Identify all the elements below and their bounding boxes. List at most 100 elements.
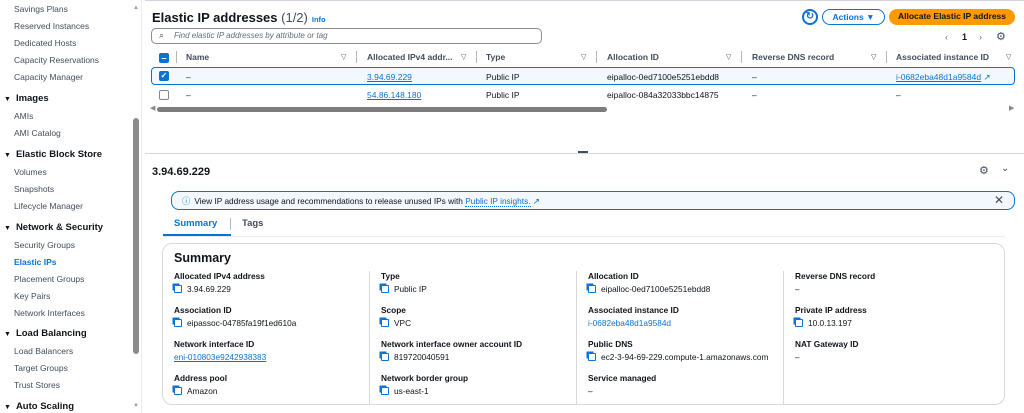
copy-icon[interactable] — [588, 353, 596, 361]
sidebar-item-security-groups[interactable]: Security Groups — [14, 240, 75, 250]
table-row[interactable]: – 54.86.148.180 Public IP eipalloc-084a3… — [151, 86, 1015, 104]
sidebar-item-elastic-ips[interactable]: Elastic IPs — [14, 257, 57, 267]
sidebar-section-auto-scaling[interactable]: ▼ Auto Scaling — [4, 401, 74, 412]
field-value: eipalloc-0ed7100e5251ebdd8 — [601, 284, 711, 294]
field-value: ec2-3-94-69-229.compute-1.amazonaws.com — [601, 352, 769, 362]
close-icon[interactable]: ✕ — [994, 193, 1004, 207]
search-input[interactable]: ⌕ Find elastic IP addresses by attribute … — [151, 28, 542, 44]
search-icon: ⌕ — [159, 30, 165, 40]
sidebar-item-savings-plans[interactable]: Savings Plans — [14, 4, 68, 14]
row-checkbox[interactable]: ✓ — [159, 71, 169, 81]
cell-ip-link[interactable]: 54.86.148.180 — [367, 90, 421, 100]
info-link[interactable]: Info — [312, 15, 326, 24]
column-header-associated-instance[interactable]: Associated instance ID — [896, 52, 989, 62]
sort-icon[interactable]: ▽ — [581, 53, 586, 61]
copy-icon[interactable] — [381, 319, 389, 327]
page-number[interactable]: 1 — [962, 32, 967, 42]
copy-icon[interactable] — [381, 387, 389, 395]
cell-instance-link[interactable]: i-0682eba48d1a9584d — [896, 72, 981, 82]
tab-summary[interactable]: Summary — [174, 218, 217, 229]
search-placeholder: Find elastic IP addresses by attribute o… — [174, 31, 328, 40]
column-header-reverse-dns[interactable]: Reverse DNS record — [752, 52, 834, 62]
copy-icon[interactable] — [174, 285, 182, 293]
field-value: VPC — [394, 318, 412, 328]
sidebar-item-amis[interactable]: AMIs — [14, 111, 33, 121]
cell-reverse-dns: – — [752, 90, 757, 100]
sidebar-item-capacity-reservations[interactable]: Capacity Reservations — [14, 55, 99, 65]
sidebar-section-load-balancing[interactable]: ▼ Load Balancing — [4, 328, 87, 339]
scroll-up-icon[interactable]: ▲ — [133, 5, 139, 11]
horizontal-scrollbar[interactable] — [157, 107, 607, 112]
sidebar-scrollbar[interactable] — [133, 118, 139, 354]
banner-text: View IP address usage and recommendation… — [194, 196, 466, 206]
field-value: Public IP — [394, 284, 427, 294]
sidebar-item-capacity-manager[interactable]: Capacity Manager — [14, 72, 83, 82]
sidebar-item-lifecycle-manager[interactable]: Lifecycle Manager — [14, 201, 83, 211]
table-row[interactable]: ✓ – 3.94.69.229 Public IP eipalloc-0ed71… — [151, 67, 1015, 85]
summary-column: Allocated IPv4 address 3.94.69.229 Associ… — [163, 271, 370, 404]
column-header-name[interactable]: Name — [186, 52, 209, 62]
row-checkbox[interactable] — [159, 90, 169, 100]
sort-icon[interactable]: ▽ — [871, 53, 876, 61]
scroll-left-icon[interactable]: ◀ — [150, 104, 155, 112]
actions-dropdown[interactable]: Actions ▼ — [822, 9, 885, 25]
sidebar-section-ebs[interactable]: ▼ Elastic Block Store — [4, 149, 102, 160]
cell-ip-link[interactable]: 3.94.69.229 — [367, 72, 412, 82]
sort-icon[interactable]: ▽ — [726, 53, 731, 61]
summary-heading: Summary — [174, 251, 231, 265]
caret-down-icon: ▼ — [866, 12, 875, 22]
info-icon: ⓘ — [182, 196, 191, 206]
allocate-elastic-ip-button[interactable]: Allocate Elastic IP address — [889, 9, 1015, 25]
sidebar-section-images[interactable]: ▼ Images — [4, 93, 49, 104]
scroll-down-icon[interactable]: ▼ — [133, 403, 139, 409]
refresh-icon: ↻ — [805, 11, 815, 22]
caret-down-icon: ▼ — [4, 225, 11, 232]
select-all-checkbox[interactable]: – — [159, 53, 169, 63]
sidebar-item-reserved-instances[interactable]: Reserved Instances — [14, 21, 89, 31]
sidebar-item-volumes[interactable]: Volumes — [14, 167, 47, 177]
sidebar-item-snapshots[interactable]: Snapshots — [14, 184, 54, 194]
copy-icon[interactable] — [381, 285, 389, 293]
sidebar-item-network-interfaces[interactable]: Network Interfaces — [14, 308, 85, 318]
sidebar-section-network-security[interactable]: ▼ Network & Security — [4, 222, 103, 233]
sidebar-item-placement-groups[interactable]: Placement Groups — [14, 274, 84, 284]
public-ip-insights-link[interactable]: Public IP insights. — [465, 196, 531, 207]
scroll-right-icon[interactable]: ▶ — [1009, 104, 1014, 112]
copy-icon[interactable] — [795, 319, 803, 327]
prev-page-icon[interactable]: ‹ — [945, 32, 948, 42]
settings-gear-icon[interactable]: ⚙ — [996, 30, 1006, 43]
summary-column: Allocation ID eipalloc-0ed7100e5251ebdd8 … — [576, 271, 783, 404]
sidebar-item-ami-catalog[interactable]: AMI Catalog — [14, 128, 61, 138]
sidebar-item-load-balancers[interactable]: Load Balancers — [14, 346, 73, 356]
chevron-down-icon[interactable]: ⌄ — [1001, 163, 1009, 174]
sort-icon[interactable]: ▽ — [461, 53, 466, 61]
column-header-allocated-ipv4[interactable]: Allocated IPv4 addr... — [367, 52, 453, 62]
sidebar-item-dedicated-hosts[interactable]: Dedicated Hosts — [14, 38, 76, 48]
elastic-ip-list-panel: Elastic IP addresses (1/2) Info ↻ Actions… — [145, 0, 1024, 152]
title-text: Elastic IP addresses — [152, 10, 278, 25]
network-interface-link[interactable]: eni-010803e9242938383 — [174, 352, 266, 362]
settings-gear-icon[interactable]: ⚙ — [979, 164, 989, 177]
field-label: Public DNS — [588, 339, 633, 349]
instance-link[interactable]: i-0682eba48d1a9584d — [588, 318, 671, 328]
copy-icon[interactable] — [588, 285, 596, 293]
field-value: 3.94.69.229 — [187, 284, 231, 294]
next-page-icon[interactable]: › — [979, 32, 982, 42]
tab-tags[interactable]: Tags — [242, 218, 263, 229]
copy-icon[interactable] — [381, 353, 389, 361]
actions-label: Actions — [832, 12, 864, 22]
column-header-allocation-id[interactable]: Allocation ID — [607, 52, 659, 62]
sidebar-item-target-groups[interactable]: Target Groups — [14, 363, 68, 373]
sidebar-item-key-pairs[interactable]: Key Pairs — [14, 291, 50, 301]
column-header-type[interactable]: Type — [486, 52, 505, 62]
sidebar-item-trust-stores[interactable]: Trust Stores — [14, 380, 60, 390]
cell-type: Public IP — [486, 72, 520, 82]
refresh-button[interactable]: ↻ — [802, 9, 818, 25]
field-value: – — [795, 352, 800, 362]
field-value: 819720040591 — [394, 352, 450, 362]
copy-icon[interactable] — [174, 387, 182, 395]
summary-card: Summary Allocated IPv4 address 3.94.69.22… — [162, 243, 1005, 405]
copy-icon[interactable] — [174, 319, 182, 327]
sort-icon[interactable]: ▽ — [1006, 53, 1011, 61]
sort-icon[interactable]: ▽ — [341, 53, 346, 61]
